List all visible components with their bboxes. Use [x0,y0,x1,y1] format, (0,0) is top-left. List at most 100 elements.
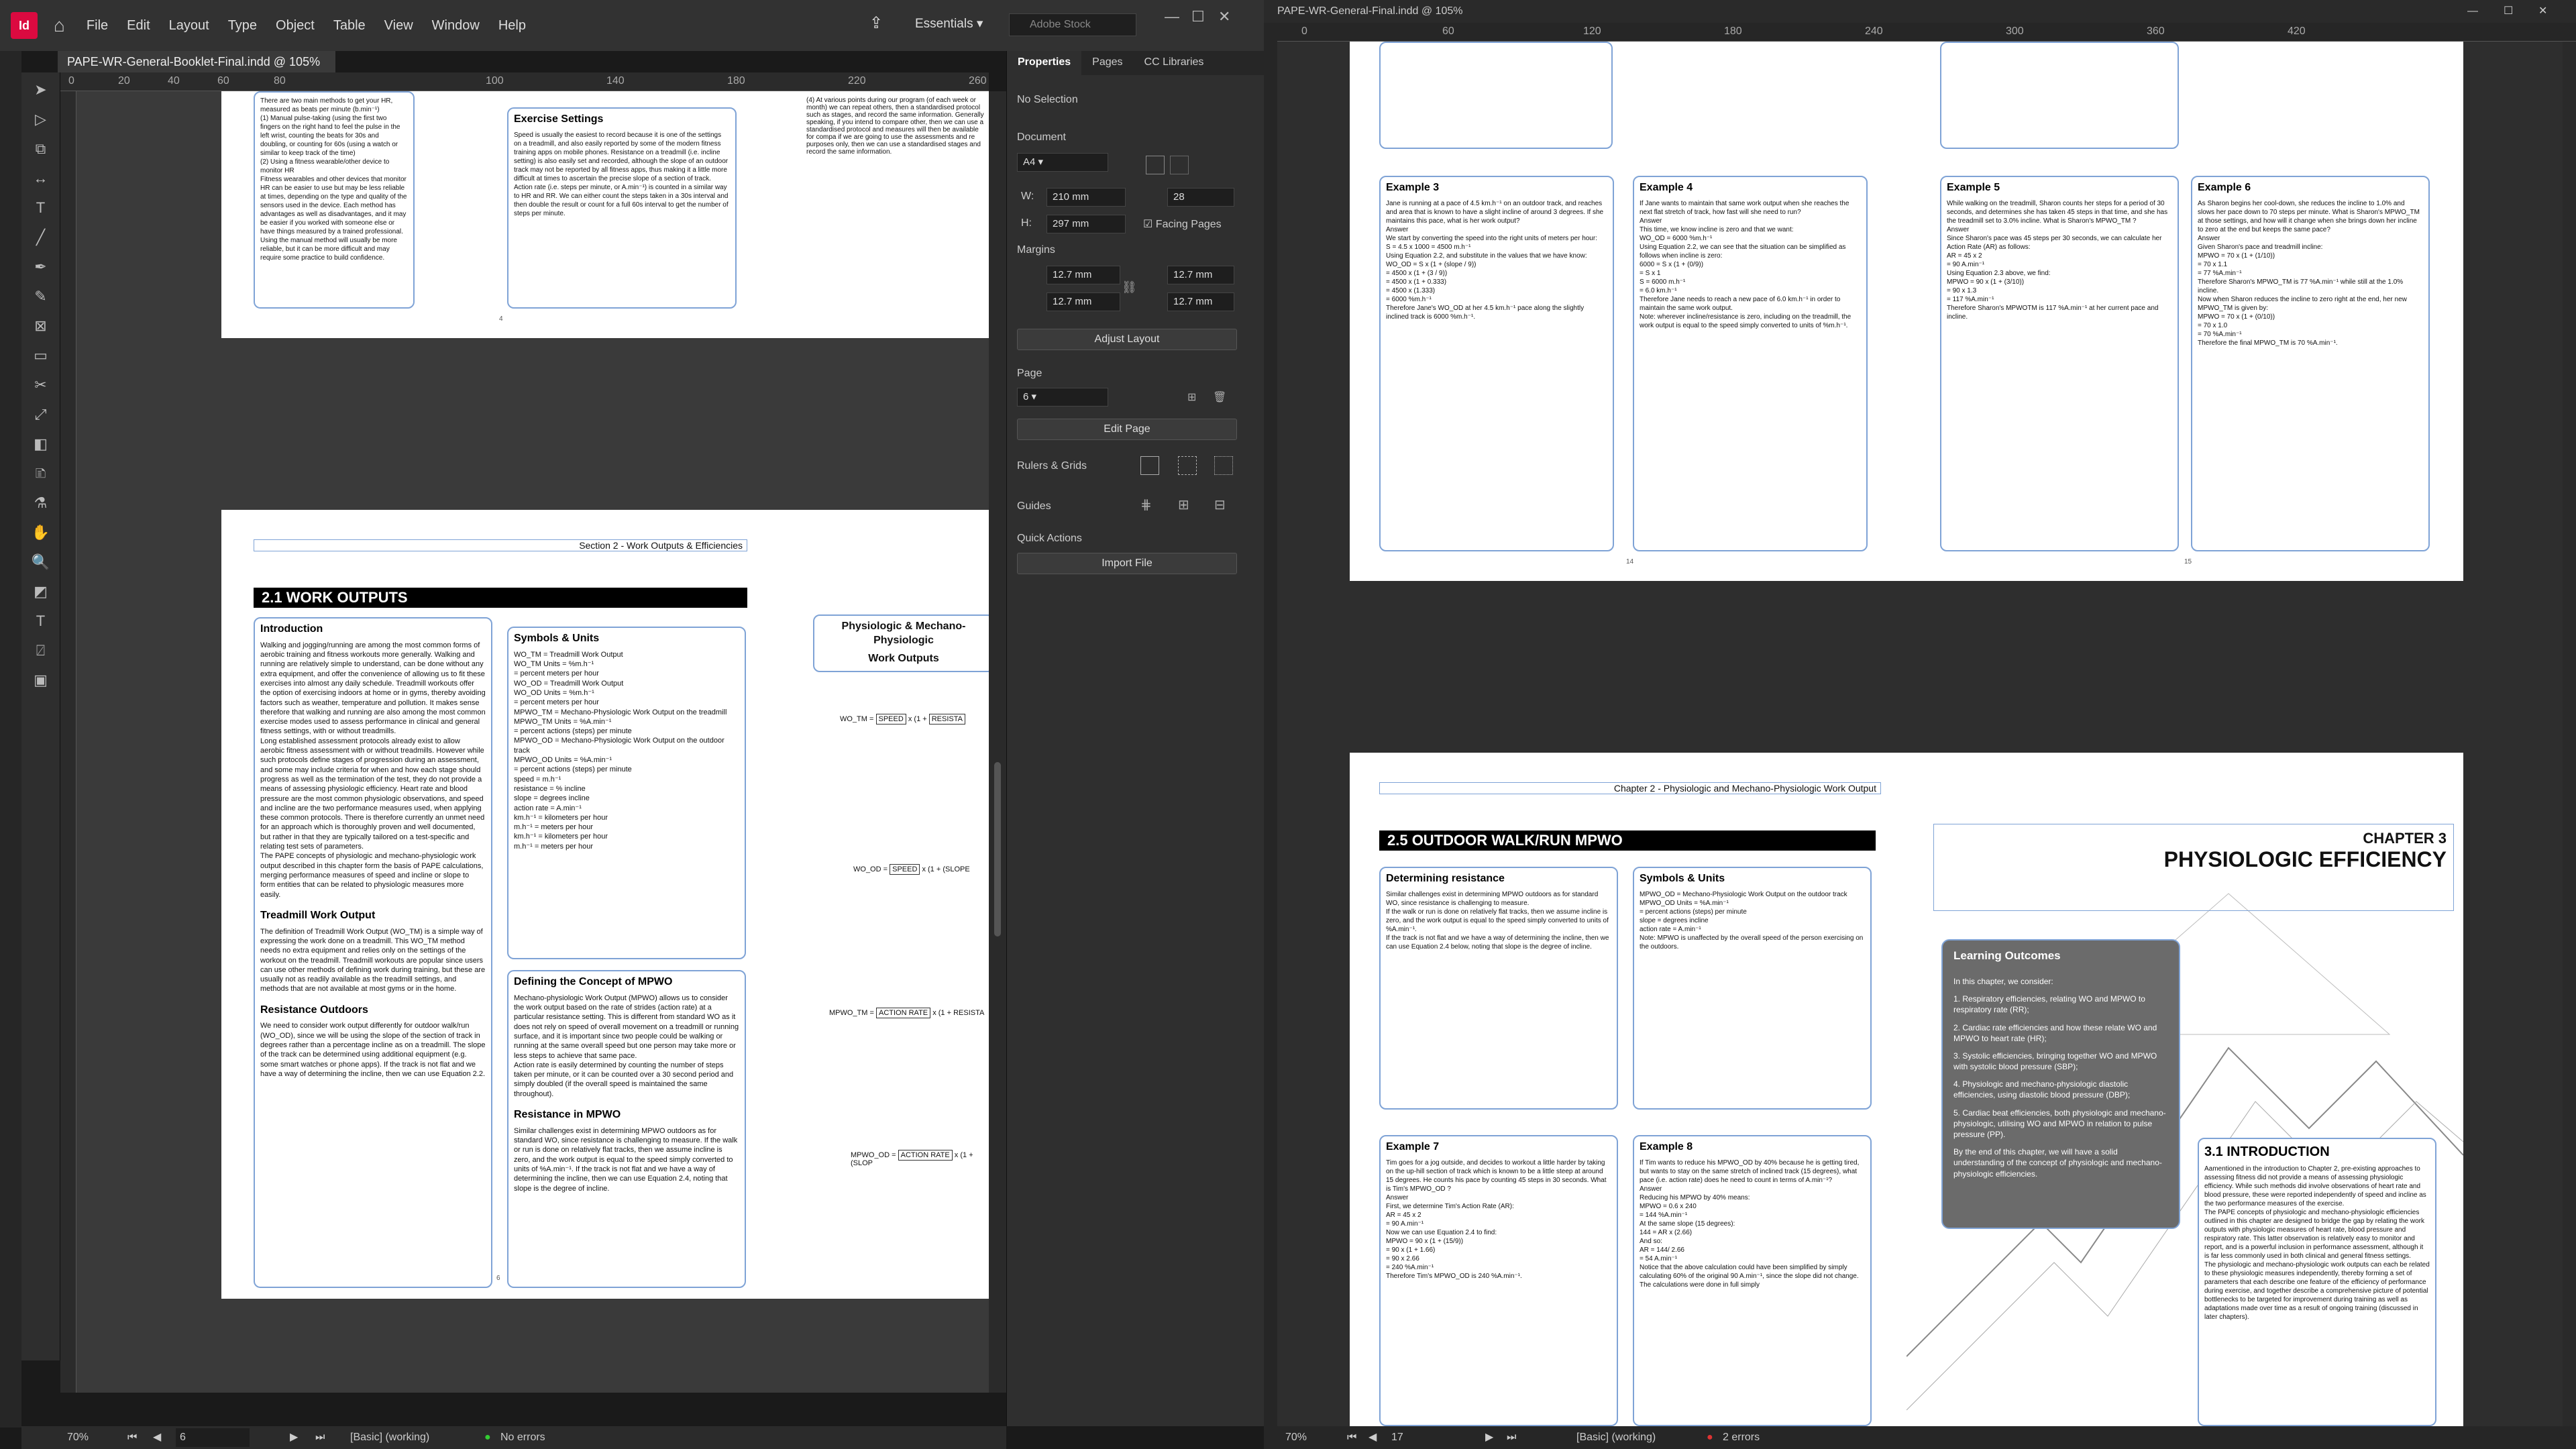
edit-page-button[interactable]: Edit Page [1017,419,1237,440]
page-tool-icon[interactable]: ⧉ [29,137,53,161]
pencil-tool-icon[interactable]: ✎ [29,284,53,309]
preflight-status[interactable]: 2 errors [1723,1426,1760,1449]
share-icon[interactable]: ⇪ [869,13,883,33]
facing-pages-checkbox[interactable]: ☑ Facing Pages [1143,217,1222,231]
tab-properties[interactable]: Properties [1007,51,1082,75]
pages-count-field[interactable]: 28 [1167,188,1234,207]
formula-frame[interactable] [1940,42,2179,149]
text-frame-exercise-settings[interactable]: Exercise Settings Speed is usually the e… [507,107,737,309]
fill-stroke-icon[interactable]: ◩ [29,580,53,604]
selection-tool-icon[interactable]: ➤ [29,78,53,102]
line-tool-icon[interactable]: ╱ [29,225,53,250]
determining-resistance-frame[interactable]: Determining resistance Similar challenge… [1379,867,1618,1110]
minimize-icon[interactable]: — [1165,8,1179,25]
text-frame-hr-methods[interactable]: There are two main methods to get your H… [254,91,415,309]
transform-tool-icon[interactable]: ⤢ [29,402,53,427]
ruler-icon[interactable] [1140,456,1159,475]
example-3-frame[interactable]: Example 3 Jane is running at a pace of 4… [1379,176,1614,551]
lock-guides-icon[interactable]: ⊟ [1214,496,1226,513]
page-number-field[interactable]: 6 [176,1428,250,1447]
scissors-tool-icon[interactable]: ✂ [29,373,53,397]
direct-selection-tool-icon[interactable]: ▷ [29,107,53,131]
gap-tool-icon[interactable]: ↔ [29,166,53,191]
guides-icon[interactable]: ⋕ [1140,496,1152,513]
close-icon[interactable]: ✕ [1218,8,1230,25]
landscape-icon[interactable] [1170,156,1189,174]
example-5-frame[interactable]: Example 5 While walking on the treadmill… [1940,176,2179,551]
first-page-icon[interactable]: ⏮ [127,1426,137,1449]
pen-tool-icon[interactable]: ✒ [29,255,53,279]
next-page-icon[interactable]: ▶ [1485,1426,1493,1449]
menu-object[interactable]: Object [276,18,315,34]
margin-inside-field[interactable]: 12.7 mm [1167,266,1234,284]
menu-edit[interactable]: Edit [127,18,150,34]
zoom-tool-icon[interactable]: 🔍 [29,550,53,574]
rectangle-frame-tool-icon[interactable]: ⊠ [29,314,53,338]
preflight-status[interactable]: No errors [500,1426,545,1449]
tab-cc-libraries[interactable]: CC Libraries [1134,51,1215,75]
height-field[interactable]: 297 mm [1046,215,1126,233]
text-frame-assessment[interactable]: (4) At various points during our program… [806,97,987,156]
import-file-button[interactable]: Import File [1017,553,1237,574]
menu-view[interactable]: View [384,18,413,34]
last-page-icon[interactable]: ⏭ [1507,1426,1516,1449]
formula-mpwo-od[interactable]: MPWO_OD = ACTION RATE x (1 + (SLOP [851,1150,989,1167]
next-page-icon[interactable]: ▶ [290,1426,298,1449]
delete-page-icon[interactable]: 🗑 [1213,390,1226,404]
zoom-level[interactable]: 70% [67,1426,89,1449]
last-page-icon[interactable]: ⏭ [315,1426,325,1449]
add-page-icon[interactable]: ⊞ [1187,390,1196,404]
screen-mode-icon[interactable]: ▣ [29,668,53,692]
text-frame-mpwo[interactable]: Defining the Concept of MPWO Mechano-phy… [507,970,746,1288]
learning-outcomes-box[interactable]: Learning Outcomes In this chapter, we co… [1941,939,2180,1229]
margin-bottom-field[interactable]: 12.7 mm [1046,292,1120,311]
page-size-select[interactable]: A4 ▾ [1017,153,1108,172]
smart-guides-icon[interactable]: ⊞ [1178,496,1189,513]
workspace-switcher[interactable]: Essentials ▾ [915,16,983,32]
link-margins-icon[interactable]: ⛓ [1122,280,1137,294]
adobe-stock-search[interactable]: Adobe Stock [1009,13,1136,36]
right-close-icon[interactable]: ✕ [2538,0,2547,23]
note-tool-icon[interactable]: 🗈 [29,462,53,486]
hand-tool-icon[interactable]: ✋ [29,521,53,545]
margin-outside-field[interactable]: 12.7 mm [1167,292,1234,311]
preflight-profile[interactable]: [Basic] (working) [1576,1426,1656,1449]
document-grid-icon[interactable] [1214,456,1233,475]
page-select[interactable]: 6 ▾ [1017,388,1108,407]
example-8-frame[interactable]: Example 8 If Tim wants to reduce his MPW… [1633,1135,1872,1426]
text-frame-intro[interactable]: Introduction Walking and jogging/running… [254,617,492,1288]
formula-title-frame[interactable]: Physiologic & Mechano-Physiologic Work O… [813,614,989,672]
formula-wo-tm[interactable]: WO_TM = SPEED x (1 + RESISTA [840,714,965,724]
eyedropper-tool-icon[interactable]: ⚗ [29,491,53,515]
symbols-units-frame[interactable]: Symbols & Units MPWO_OD = Mechano-Physio… [1633,867,1872,1110]
none-swatch-icon[interactable]: ⍁ [29,639,53,663]
gradient-tool-icon[interactable]: ◧ [29,432,53,456]
adjust-layout-button[interactable]: Adjust Layout [1017,329,1237,350]
type-tool-icon[interactable]: T [29,196,53,220]
preflight-profile[interactable]: [Basic] (working) [350,1426,429,1449]
portrait-icon[interactable] [1146,156,1165,174]
formatting-icon[interactable]: T [29,609,53,633]
prev-page-icon[interactable]: ◀ [153,1426,161,1449]
menu-table[interactable]: Table [333,18,366,34]
width-field[interactable]: 210 mm [1046,188,1126,207]
document-tab[interactable]: PAPE-WR-General-Booklet-Final.indd @ 105… [58,51,335,90]
example-7-frame[interactable]: Example 7 Tim goes for a jog outside, an… [1379,1135,1618,1426]
right-minimize-icon[interactable]: — [2467,0,2478,23]
scroll-thumb[interactable] [994,762,1001,936]
example-4-frame[interactable]: Example 4 If Jane wants to maintain that… [1633,176,1868,551]
menu-type[interactable]: Type [228,18,257,34]
chapter-title-frame[interactable]: CHAPTER 3 PHYSIOLOGIC EFFICIENCY [1933,824,2454,911]
right-maximize-icon[interactable]: ☐ [2504,0,2513,23]
example-6-frame[interactable]: Example 6 As Sharon begins her cool-down… [2191,176,2430,551]
first-page-icon[interactable]: ⏮ [1347,1426,1356,1449]
zoom-level[interactable]: 70% [1285,1426,1307,1449]
prev-page-icon[interactable]: ◀ [1368,1426,1377,1449]
rectangle-tool-icon[interactable]: ▭ [29,343,53,368]
page-number-field[interactable]: 17 [1391,1426,1403,1449]
tab-pages[interactable]: Pages [1081,51,1133,75]
formula-wo-od[interactable]: WO_OD = SPEED x (1 + (SLOPE [853,864,970,875]
formula-frame[interactable] [1379,42,1613,149]
margin-top-field[interactable]: 12.7 mm [1046,266,1120,284]
home-icon[interactable]: ⌂ [54,15,65,36]
